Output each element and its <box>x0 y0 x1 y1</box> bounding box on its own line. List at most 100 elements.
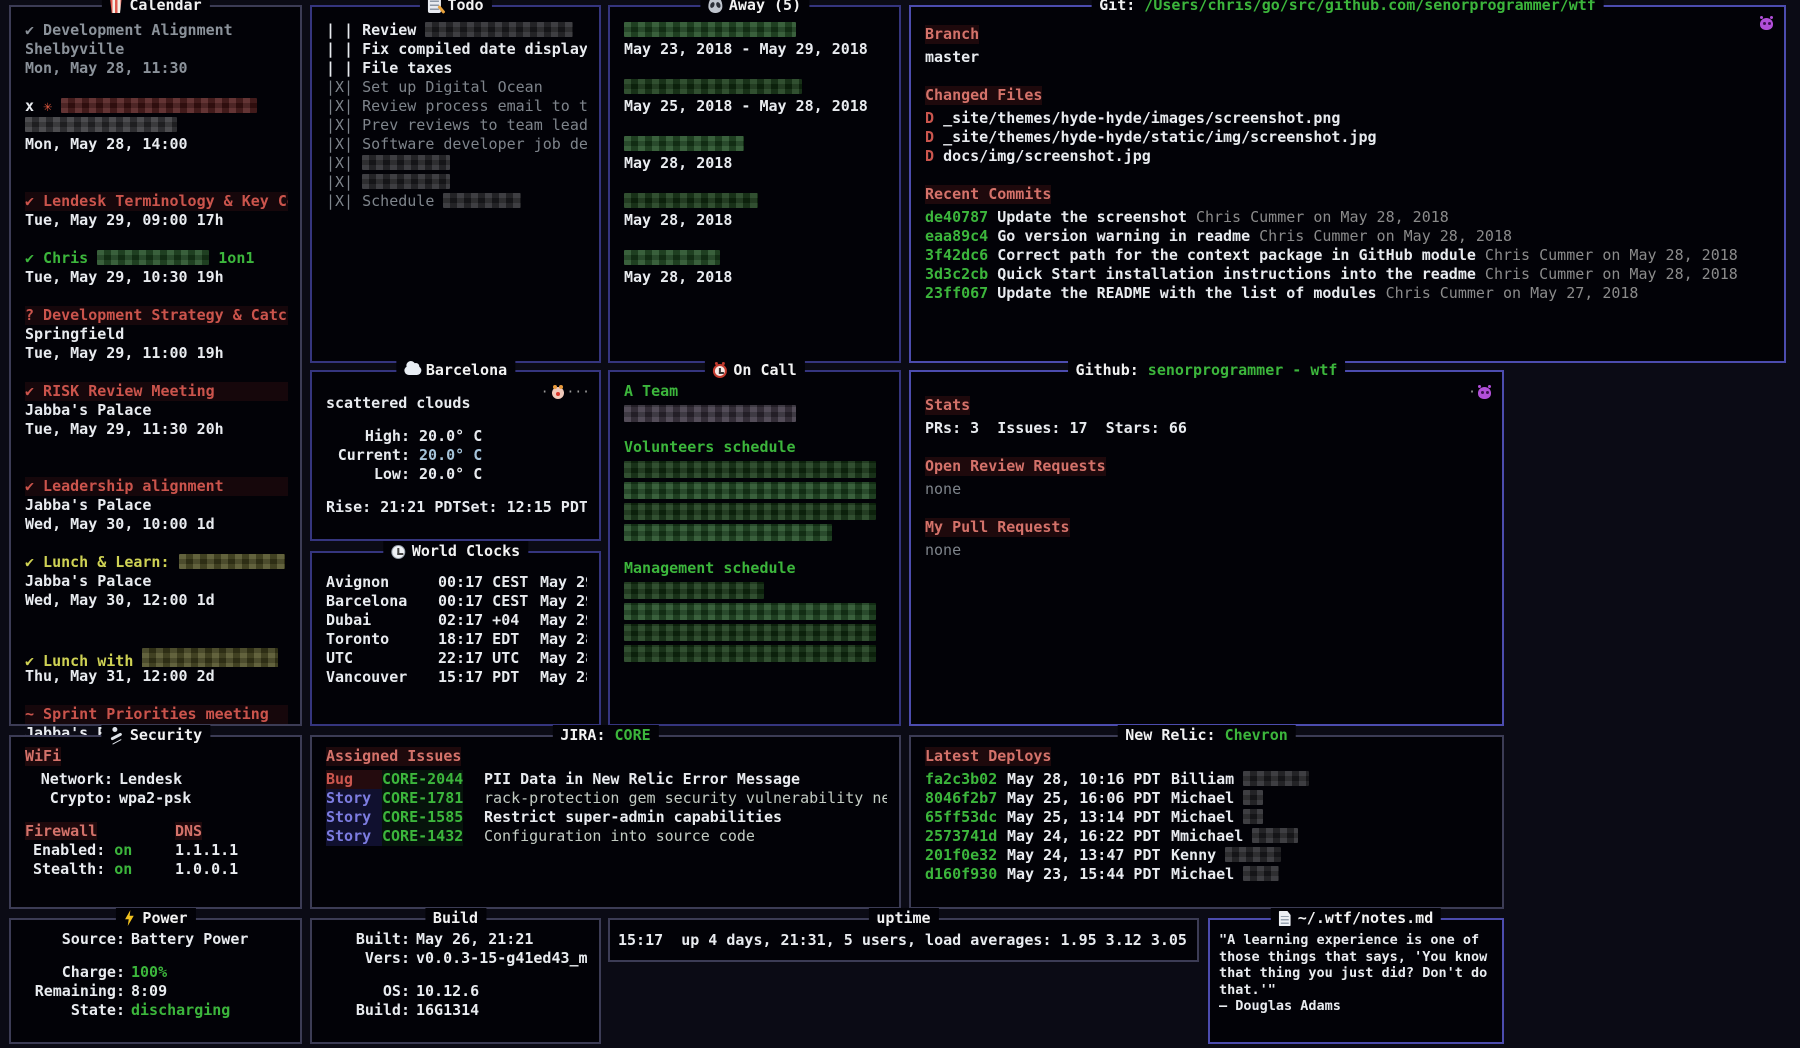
branch-heading: Branch <box>925 25 979 44</box>
alien-icon <box>708 0 722 13</box>
redacted-name <box>624 645 876 662</box>
redacted-text <box>443 193 521 208</box>
clock-row: Vancouver15:17 PDTMay 28 <box>326 668 587 687</box>
jira-issue-row: StoryCORE-1781rack-protection gem securi… <box>326 789 887 808</box>
build-os: OS:10.12.6 <box>346 982 587 1001</box>
redacted-name <box>624 524 832 541</box>
event-location: Springfield <box>25 325 288 344</box>
todo-panel: Todo | | Review | | Fix compiled date di… <box>310 5 601 363</box>
repo-path: /Users/chris/go/src/github.com/senorprog… <box>1144 0 1596 14</box>
event-time: Tue, May 29, 11:30 20h <box>25 420 288 439</box>
commit-row: eaa89c4 Go version warning in readme Chr… <box>925 227 1772 246</box>
todo-item: |X| Review process email to team <box>326 97 587 116</box>
redacted-name <box>624 193 758 208</box>
power-remaining: Remaining:8:09 <box>25 982 288 1001</box>
stats-heading: Stats <box>925 396 970 415</box>
changed-files-heading: Changed Files <box>925 86 1042 105</box>
changed-file-row: D _site/themes/hyde-hyde/static/img/scre… <box>925 128 1772 147</box>
todo-item: | | Review <box>326 21 587 40</box>
away-dates: May 28, 2018 <box>624 211 887 230</box>
away-dates: May 23, 2018 - May 29, 2018 <box>624 40 887 59</box>
jira-issue-row: BugCORE-2044PII Data in New Relic Error … <box>326 770 887 789</box>
event-title: ✔ Development Alignment <box>25 21 288 40</box>
todo-item: |X| Schedule <box>326 192 587 211</box>
redacted-name <box>624 79 802 94</box>
commit-row: 23ff067 Update the README with the list … <box>925 284 1772 303</box>
panel-title-text: New Relic: <box>1125 726 1215 744</box>
build-panel-title: Build <box>425 908 486 928</box>
alarm-clock-icon <box>712 364 726 378</box>
weather-low: Low: 20.0° C <box>326 465 587 484</box>
panel-title-text: Security <box>130 726 202 744</box>
jira-project: CORE <box>615 726 651 744</box>
panel-title-text: Build <box>433 909 478 927</box>
fencer-icon <box>109 727 123 743</box>
build-built: Built:May 26, 21:21 <box>346 930 587 949</box>
event-title: ✔ Chris 1on1 <box>25 249 288 268</box>
github-panel-title: Github: senorprogrammer - wtf <box>1068 360 1346 380</box>
redacted-text <box>97 250 209 265</box>
my-pulls-heading: My Pull Requests <box>925 518 1070 537</box>
redacted-name <box>624 624 876 641</box>
redacted-name <box>624 603 876 620</box>
event-title: ✔ Lunch & Learn: <box>25 553 288 572</box>
commit-row: de40787 Update the screenshot Chris Cumm… <box>925 208 1772 227</box>
commit-row: 3f42dc6 Correct path for the context pac… <box>925 246 1772 265</box>
repo-name: senorprogrammer - wtf <box>1148 361 1338 379</box>
event-location: Jabba's Palace <box>25 496 288 515</box>
wifi-network: Network:Lendesk <box>25 770 288 789</box>
redacted-text <box>362 155 450 170</box>
event-location: Shelbyville <box>25 40 288 59</box>
event-time: Wed, May 30, 12:00 1d <box>25 591 288 610</box>
cloud-icon <box>404 366 421 375</box>
redacted-text <box>1243 790 1263 805</box>
weather-panel: Barcelona ···· scattered clouds High: 20… <box>310 370 601 541</box>
uptime-text: 15:17 up 4 days, 21:31, 5 users, load av… <box>618 931 1189 950</box>
calendar-panel: Calendar ✔ Development Alignment Shelbyv… <box>9 5 302 726</box>
jira-panel: JIRA: CORE Assigned Issues BugCORE-2044P… <box>310 735 901 909</box>
panel-title-text: World Clocks <box>412 542 520 560</box>
page-icon <box>1279 911 1291 926</box>
redacted-text <box>179 554 285 569</box>
power-panel: Power Source:Battery Power Charge:100% R… <box>9 918 302 1044</box>
jira-issue-row: StoryCORE-1432Configuration into source … <box>326 827 887 846</box>
panel-title-text: Away (5) <box>729 0 801 14</box>
weather-panel-title: Barcelona <box>396 360 515 380</box>
lightning-icon <box>123 910 135 926</box>
redacted-text <box>425 22 573 37</box>
clock-icon <box>391 545 405 559</box>
weather-high: High: 20.0° C <box>326 427 587 446</box>
oncall-volunteers-heading: Volunteers schedule <box>624 438 887 457</box>
redacted-name <box>624 503 876 520</box>
redacted-name <box>624 405 796 422</box>
uptime-panel-title: uptime <box>868 908 938 928</box>
git-panel: Git: /Users/chris/go/src/github.com/seno… <box>909 5 1786 363</box>
new-relic-app: Chevron <box>1225 726 1288 744</box>
event-location: Jabba's Palace <box>25 401 288 420</box>
power-source: Source:Battery Power <box>25 930 288 949</box>
todo-item: | | File taxes <box>326 59 587 78</box>
panel-title-text: JIRA: <box>560 726 605 744</box>
todo-item: |X| Set up Digital Ocean <box>326 78 587 97</box>
redacted-name <box>624 461 876 478</box>
redacted-text <box>362 174 450 189</box>
panel-title-text: Github: <box>1076 361 1139 379</box>
dns-primary: 1.1.1.1 <box>175 841 238 859</box>
event-title: ✔ Leadership alignment <box>25 477 288 496</box>
panel-title-text: ~/.wtf/notes.md <box>1298 909 1433 927</box>
event-time: Tue, May 29, 11:00 19h <box>25 344 288 363</box>
build-vers: Vers:v0.0.3-15-g41ed43_maste <box>346 949 587 968</box>
panel-title-text: Barcelona <box>426 361 507 379</box>
panel-title-text: uptime <box>876 909 930 927</box>
event-title: ✔ Lunch with <box>25 648 288 667</box>
deploy-row: d160f930May 23, 15:44 PDTMichael <box>925 865 1490 884</box>
git-panel-title: Git: /Users/chris/go/src/github.com/seno… <box>1091 0 1604 15</box>
panel-title-text: Git: <box>1099 0 1135 14</box>
firewall-heading: Firewall <box>25 822 97 840</box>
clock-row: UTC22:17 UTCMay 28 <box>326 649 587 668</box>
wifi-heading: WiFi <box>25 747 61 766</box>
my-pulls-value: none <box>925 541 1490 560</box>
event-title: ✔ RISK Review Meeting <box>25 382 288 401</box>
deploy-row: 8046f2b7May 25, 16:06 PDTMichael <box>925 789 1490 808</box>
away-dates: May 25, 2018 - May 28, 2018 <box>624 97 887 116</box>
